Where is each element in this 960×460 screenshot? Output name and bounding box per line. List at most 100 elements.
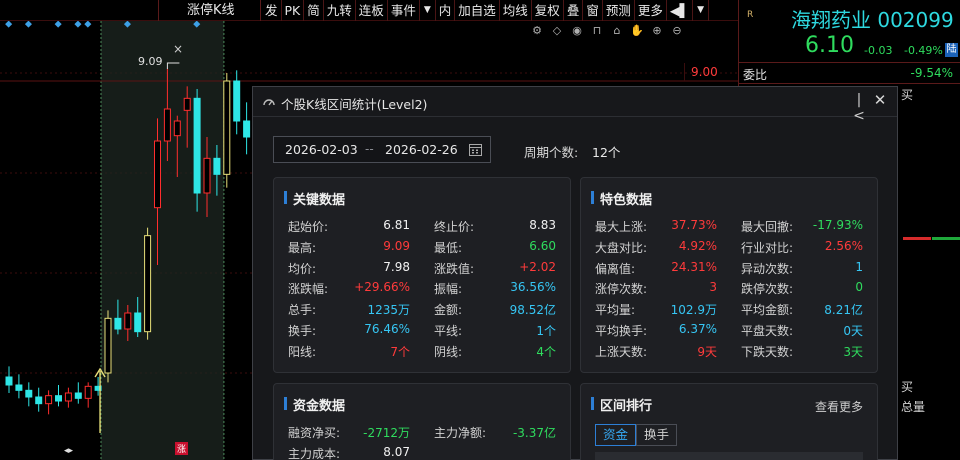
candle-body <box>173 120 181 137</box>
selection-close-icon[interactable]: × <box>173 42 183 56</box>
rank-table-header <box>595 452 863 460</box>
stat-value: -2712万 <box>363 426 410 440</box>
card-title: 区间排行 <box>591 395 652 414</box>
toolbar-item[interactable]: 连板 <box>356 0 388 21</box>
sell-strength-bar <box>932 237 960 240</box>
toolbar-item[interactable]: 发 <box>262 0 282 21</box>
stat-label: 涨跌幅: <box>288 282 329 297</box>
stat-value: 9天 <box>697 344 717 359</box>
stat-value: 0天 <box>843 323 863 338</box>
side-text-fragment: 买 <box>901 380 914 394</box>
stat-value: 1235万 <box>367 303 410 318</box>
stat-label: 换手: <box>288 323 317 338</box>
candle-body <box>5 376 13 386</box>
calendar-icon[interactable] <box>469 143 482 156</box>
stat-label: 最高: <box>288 240 317 255</box>
stat-label: 均价: <box>288 261 317 276</box>
close-icon[interactable]: ✕ <box>872 91 888 109</box>
stat-value: 6.60 <box>529 238 556 253</box>
candle-body <box>124 312 132 330</box>
toolbar-item[interactable]: ▼ <box>693 0 710 21</box>
stat-value: 102.9万 <box>670 303 717 318</box>
toolbar-item[interactable]: 事件 <box>388 0 420 21</box>
chart-toolbar: 涨停K线 发 PK 简九转 连板 事件 ▼ 内加自选 均线 复权叠窗预测 更多 ◀▌ ▼ <box>0 0 738 21</box>
commission-ratio-label: 委比 <box>743 68 768 82</box>
tab-turnover[interactable]: 换手 <box>636 424 678 446</box>
toolbar-item[interactable]: 简 <box>304 0 324 21</box>
candle-body <box>144 235 152 333</box>
date-separator: -- <box>365 142 374 156</box>
date-end[interactable]: 2026-02-26 <box>385 142 458 157</box>
date-start[interactable]: 2026-02-03 <box>285 142 358 157</box>
basket-icon[interactable]: ⊓ <box>590 24 604 38</box>
divider <box>739 83 960 84</box>
toolbar-item[interactable]: ▼ <box>420 0 436 21</box>
collapse-icon[interactable]: |< <box>851 92 867 124</box>
toolbar-item[interactable]: PK <box>282 0 305 21</box>
candle-body <box>154 140 161 209</box>
candle-body <box>114 317 122 330</box>
card-title: 特色数据 <box>591 189 652 208</box>
stat-label: 涨跌值: <box>434 261 475 276</box>
toolbar-item[interactable]: 窗 <box>583 0 603 21</box>
candle-body <box>104 317 112 374</box>
selection-band <box>101 21 224 460</box>
toolbar-item[interactable]: 均线 <box>500 0 532 21</box>
toolbar-item[interactable]: 九转 <box>324 0 356 21</box>
lock-icon[interactable]: ⌂ <box>610 24 624 38</box>
stock-connect-badge: 陆 <box>945 43 958 57</box>
stat-value: 8.07 <box>383 444 410 459</box>
toolbar-item[interactable]: 复权 <box>532 0 564 21</box>
stat-value: +29.66% <box>354 280 410 295</box>
candle-body <box>25 389 33 398</box>
stat-value: 8.21亿 <box>824 303 863 318</box>
hand-icon[interactable]: ✋ <box>630 24 644 38</box>
stat-label: 融资净买: <box>288 426 341 440</box>
commission-ratio-value: -9.54% <box>910 66 953 80</box>
stat-label: 振幅: <box>434 282 463 297</box>
price-change: -0.03 -0.49% <box>864 44 943 57</box>
stat-label: 下跌天数: <box>741 344 794 359</box>
stat-value: 76.46% <box>364 321 410 336</box>
toolbar-item[interactable]: 叠 <box>564 0 584 21</box>
stat-value: 3 <box>709 280 717 295</box>
zoom-out-icon[interactable]: ⊖ <box>670 24 684 38</box>
candle-body <box>45 395 53 405</box>
buy-strength-bar <box>903 237 931 240</box>
toolbar-item[interactable]: 更多 <box>635 0 667 21</box>
stat-value: 4.92% <box>678 238 717 253</box>
high-price-label: 9.09 <box>138 55 163 68</box>
toolbar-item[interactable]: ◀▌ <box>667 0 694 21</box>
period-count-value: 12个 <box>592 145 621 160</box>
range-start-handle[interactable]: ◂▸ <box>64 446 73 456</box>
stat-value: -17.93% <box>812 218 863 232</box>
toolbar-item[interactable]: 加自选 <box>455 0 500 21</box>
stat-value: -3.37亿 <box>512 426 556 440</box>
interval-stats-dialog: 个股K线区间统计(Level2) |< ✕ 2026-02-03 -- 2026… <box>252 86 898 460</box>
candle-body <box>84 385 92 399</box>
zoom-in-icon[interactable]: ⊕ <box>650 24 664 38</box>
stat-label: 金额: <box>434 303 463 318</box>
stat-label: 平均量: <box>595 303 636 318</box>
toolbar-item[interactable]: 内 <box>436 0 456 21</box>
dialog-header: 个股K线区间统计(Level2) |< ✕ <box>253 87 897 124</box>
chart-tool-icons: ⚙ ◇ ◉ ⊓ ⌂ ✋ ⊕ ⊖ <box>530 24 684 38</box>
stat-value: 36.56% <box>510 280 556 295</box>
tab-fund[interactable]: 资金 <box>595 424 637 446</box>
stat-value: 9.09 <box>383 238 410 253</box>
stat-label: 阳线: <box>288 344 317 359</box>
kline-type-title[interactable]: 涨停K线 <box>158 0 261 21</box>
stat-value: 3天 <box>843 344 863 359</box>
stat-value: 0 <box>855 280 863 295</box>
date-range-picker[interactable]: 2026-02-03 -- 2026-02-26 <box>273 136 491 163</box>
toolbar-item[interactable]: 预测 <box>603 0 635 21</box>
range-end-handle[interactable]: 涨 <box>175 442 189 455</box>
rank-tabs: 资金 换手 <box>595 424 678 446</box>
view-more-link[interactable]: 查看更多 <box>815 398 863 415</box>
diamond-icon[interactable]: ◇ <box>550 24 564 38</box>
gear-icon[interactable]: ⚙ <box>530 24 544 38</box>
stat-value: 4个 <box>536 344 556 359</box>
eye-icon[interactable]: ◉ <box>570 24 584 38</box>
stat-value: 2.56% <box>824 238 863 253</box>
stock-name-code[interactable]: 海翔药业 002099 <box>791 4 954 33</box>
